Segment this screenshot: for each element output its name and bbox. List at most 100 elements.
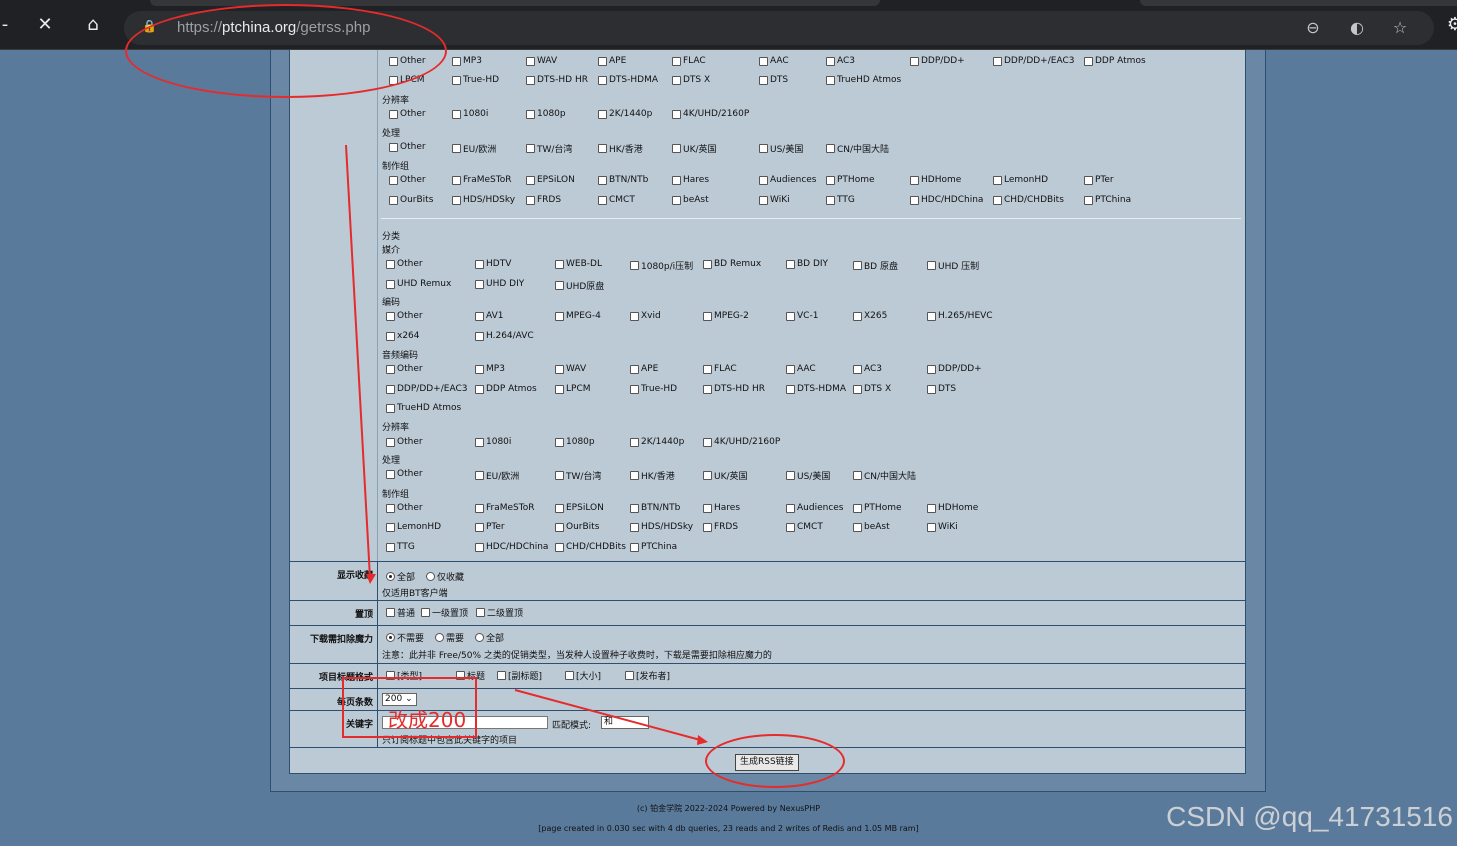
checkbox-h-265-hevc[interactable]: H.265/HEVC	[927, 311, 993, 321]
checkbox-4k-uhd-2160p[interactable]: 4K/UHD/2160P	[672, 109, 749, 119]
checkbox-box-icon[interactable]	[526, 56, 535, 66]
checkbox-bd[interactable]: BD 原盘	[853, 259, 898, 272]
checkbox-box-icon[interactable]	[452, 175, 461, 185]
checkbox-cmct[interactable]: CMCT	[598, 195, 635, 205]
checkbox-box-icon[interactable]	[475, 471, 484, 480]
checkbox-box-icon[interactable]	[452, 56, 461, 66]
checkbox-box-icon[interactable]	[703, 259, 712, 269]
checkbox-box-icon[interactable]	[703, 471, 712, 480]
checkbox-box-icon[interactable]	[927, 522, 936, 532]
checkbox-box-icon[interactable]	[555, 281, 564, 290]
checkbox-box-icon[interactable]	[386, 522, 395, 532]
checkbox-bd-remux[interactable]: BD Remux	[703, 259, 761, 269]
radio-dot-icon[interactable]	[475, 633, 484, 642]
favorite-star-icon[interactable]: ☆	[1389, 17, 1411, 39]
checkbox-true-hd[interactable]: True-HD	[630, 384, 677, 394]
checkbox-box-icon[interactable]	[526, 195, 535, 205]
checkbox-box-icon[interactable]	[703, 503, 712, 513]
checkbox-pthome[interactable]: PTHome	[826, 175, 875, 185]
checkbox-box-icon[interactable]	[853, 261, 862, 270]
checkbox-box-icon[interactable]	[826, 75, 835, 85]
checkbox-box-icon[interactable]	[555, 542, 564, 552]
checkbox-ddp-atmos[interactable]: DDP Atmos	[1084, 56, 1146, 66]
checkbox-box-icon[interactable]	[598, 56, 607, 66]
radio-show-fav-only[interactable]: 仅收藏	[426, 570, 464, 583]
checkbox-av1[interactable]: AV1	[475, 311, 503, 321]
checkbox-epsilon[interactable]: EPSiLON	[555, 503, 604, 513]
checkbox-box-icon[interactable]	[672, 175, 681, 185]
checkbox-1080i[interactable]: 1080i	[452, 109, 488, 119]
checkbox-box-icon[interactable]	[598, 109, 607, 119]
checkbox-box-icon[interactable]	[475, 522, 484, 532]
checkbox-hk[interactable]: HK/香港	[630, 469, 675, 482]
checkbox-wav[interactable]: WAV	[526, 56, 557, 66]
checkbox-wiki[interactable]: WiKi	[927, 522, 958, 532]
checkbox-box-icon[interactable]	[625, 671, 634, 680]
checkbox-box-icon[interactable]	[759, 75, 768, 85]
checkbox-box-icon[interactable]	[853, 384, 862, 394]
checkbox-box-icon[interactable]	[452, 75, 461, 85]
checkbox-cmct[interactable]: CMCT	[786, 522, 823, 532]
checkbox-4k-uhd-2160p[interactable]: 4K/UHD/2160P	[703, 437, 780, 447]
checkbox-[interactable]: 一级置顶	[421, 606, 468, 619]
radio-show-all[interactable]: 全部	[386, 570, 415, 583]
checkbox-dts[interactable]: DTS	[759, 75, 788, 85]
checkbox-ttg[interactable]: TTG	[826, 195, 855, 205]
checkbox-box-icon[interactable]	[1084, 56, 1093, 66]
checkbox-tw[interactable]: TW/台湾	[526, 142, 572, 155]
checkbox-box-icon[interactable]	[630, 471, 639, 480]
checkbox-box-icon[interactable]	[526, 75, 535, 85]
checkbox-box-icon[interactable]	[526, 144, 535, 153]
checkbox-uk[interactable]: UK/英国	[672, 142, 717, 155]
checkbox-btn-ntb[interactable]: BTN/NTb	[630, 503, 680, 513]
checkbox-box-icon[interactable]	[555, 384, 564, 394]
checkbox-dts-hdma[interactable]: DTS-HDMA	[786, 384, 846, 394]
checkbox-2k-1440p[interactable]: 2K/1440p	[598, 109, 652, 119]
checkbox-1080p[interactable]: 1080p	[526, 109, 566, 119]
radio-dot-icon[interactable]	[435, 633, 444, 642]
checkbox-box-icon[interactable]	[598, 195, 607, 205]
checkbox-pter[interactable]: PTer	[475, 522, 505, 532]
checkbox-dts-x[interactable]: DTS X	[853, 384, 891, 394]
checkbox-2k-1440p[interactable]: 2K/1440p	[630, 437, 684, 447]
checkbox-tw[interactable]: TW/台湾	[555, 469, 601, 482]
checkbox-dts-x[interactable]: DTS X	[672, 75, 710, 85]
checkbox-other[interactable]: Other	[386, 503, 423, 513]
checkbox-box-icon[interactable]	[630, 522, 639, 532]
inactive-tab[interactable]	[1140, 0, 1457, 6]
checkbox-hk[interactable]: HK/香港	[598, 142, 643, 155]
checkbox-box-icon[interactable]	[759, 195, 768, 205]
extensions-icon[interactable]: ⚙	[1444, 14, 1457, 36]
checkbox-box-icon[interactable]	[826, 144, 835, 153]
checkbox-box-icon[interactable]	[927, 364, 936, 374]
checkbox-box-icon[interactable]	[786, 311, 795, 321]
checkbox-box-icon[interactable]	[475, 311, 484, 321]
checkbox-uk[interactable]: UK/英国	[703, 469, 748, 482]
radio-dot-icon[interactable]	[386, 572, 395, 581]
checkbox-ptchina[interactable]: PTChina	[1084, 195, 1131, 205]
checkbox-box-icon[interactable]	[386, 503, 395, 513]
checkbox-box-icon[interactable]	[475, 384, 484, 394]
checkbox-hdhome[interactable]: HDHome	[910, 175, 961, 185]
checkbox-box-icon[interactable]	[672, 75, 681, 85]
radio-dot-icon[interactable]	[426, 572, 435, 581]
checkbox-box-icon[interactable]	[826, 195, 835, 205]
checkbox-beast[interactable]: beAst	[853, 522, 890, 532]
checkbox-box-icon[interactable]	[630, 542, 639, 552]
checkbox-box-icon[interactable]	[386, 259, 395, 269]
checkbox-xvid[interactable]: Xvid	[630, 311, 661, 321]
edge-icon[interactable]: ◐	[1346, 17, 1368, 39]
checkbox-hdtv[interactable]: HDTV	[475, 259, 511, 269]
home-icon[interactable]: ⌂	[82, 14, 104, 36]
checkbox-flac[interactable]: FLAC	[672, 56, 706, 66]
checkbox-box-icon[interactable]	[555, 471, 564, 480]
checkbox-uhd-diy[interactable]: UHD DIY	[475, 279, 524, 289]
checkbox-box-icon[interactable]	[386, 364, 395, 374]
checkbox-hdc-hdchina[interactable]: HDC/HDChina	[475, 542, 548, 552]
checkbox-audiences[interactable]: Audiences	[759, 175, 817, 185]
checkbox-box-icon[interactable]	[475, 331, 484, 341]
checkbox-web-dl[interactable]: WEB-DL	[555, 259, 602, 269]
checkbox-box-icon[interactable]	[389, 175, 398, 185]
checkbox-hdc-hdchina[interactable]: HDC/HDChina	[910, 195, 983, 205]
checkbox-box-icon[interactable]	[853, 503, 862, 513]
